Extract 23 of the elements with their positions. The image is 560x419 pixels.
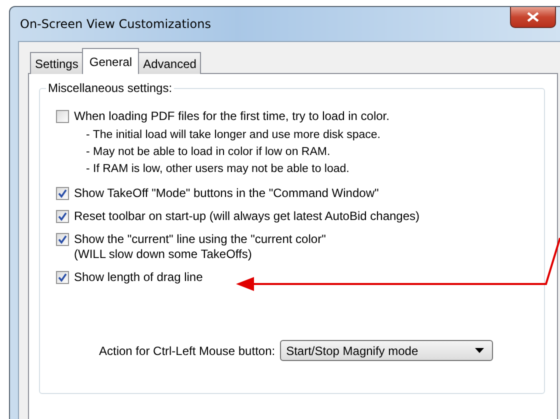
caret-icon xyxy=(475,348,484,353)
close-button[interactable] xyxy=(510,7,556,28)
action-label: Action for Ctrl-Left Mouse button: xyxy=(99,344,276,358)
option-label: When loading PDF files for the first time, try to load in color. xyxy=(74,109,390,124)
checkbox[interactable] xyxy=(56,210,69,223)
action-dropdown[interactable]: Start/Stop Magnify mode xyxy=(280,340,494,361)
tab[interactable]: General xyxy=(82,48,140,74)
note-text: - If RAM is low, other users may not be able to load. xyxy=(86,162,350,177)
checkbox[interactable] xyxy=(56,271,69,284)
option-label: Reset toolbar on start-up (will always get latest AutoBid changes) xyxy=(74,209,420,224)
close-icon xyxy=(527,12,539,22)
option-label: Show length of drag line xyxy=(74,270,203,285)
checkbox[interactable] xyxy=(56,233,69,246)
option-label: Show the "current" line using the "current color" (WILL slow down some TakeOffs) xyxy=(74,232,326,262)
note-text: - May not be able to load in color if low on RAM. xyxy=(86,145,332,160)
note-text: - The initial load will take longer and use more disk space. xyxy=(86,128,382,143)
option-label: Show TakeOff "Mode" buttons in the "Command Window" xyxy=(74,186,379,201)
tab[interactable]: Advanced xyxy=(138,52,202,74)
group-title: Miscellaneous settings: xyxy=(46,81,174,95)
checkbox[interactable] xyxy=(56,110,69,123)
tab[interactable]: Settings xyxy=(30,52,84,74)
checkbox[interactable] xyxy=(56,187,69,200)
window-title: On-Screen View Customizations xyxy=(20,17,211,31)
